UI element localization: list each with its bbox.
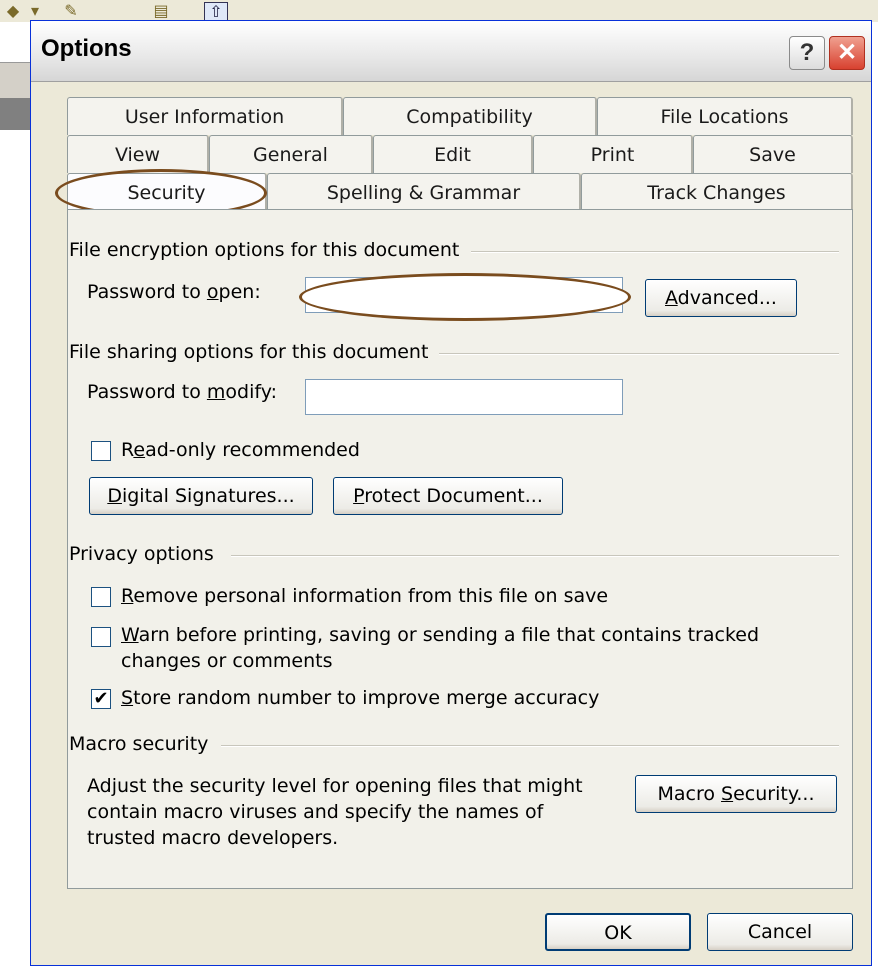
remove-personal-info-checkbox[interactable] [91,587,111,607]
tab-edit[interactable]: Edit [373,135,533,173]
upload-icon: ⇧ [204,2,228,22]
macro-security-button[interactable]: Macro Security... [635,775,837,813]
options-dialog: Options ? ✕ User Information Compatibili… [30,20,872,966]
tab-view[interactable]: View [67,135,209,173]
encryption-group-divider [471,251,839,253]
new-item-icon: ✎ [64,1,78,20]
ok-button[interactable]: OK [545,913,691,951]
macro-group-divider [221,745,839,747]
privacy-group-divider [231,555,839,557]
close-button[interactable]: ✕ [829,36,865,70]
cancel-button[interactable]: Cancel [707,913,853,951]
privacy-group-label: Privacy options [69,543,214,565]
title-bar[interactable]: Options ? ✕ [31,21,871,82]
tab-save[interactable]: Save [693,135,853,173]
advanced-button[interactable]: Advanced... [645,279,797,317]
macro-description-line2: contain macro viruses and specify the na… [87,801,544,823]
warn-before-printing-label-line2[interactable]: changes or comments [121,648,333,674]
password-open-field[interactable] [305,277,623,313]
dialog-title: Options [41,35,132,62]
toolbar-icon: ◆ [6,1,20,20]
dropdown-arrow-icon: ▾ [30,1,40,20]
warn-before-printing-label[interactable]: Warn before printing, saving or sending … [121,622,759,648]
tab-track-changes[interactable]: Track Changes [581,173,853,211]
protect-document-button[interactable]: Protect Document... [333,477,563,515]
tab-print[interactable]: Print [533,135,693,173]
tab-spelling-grammar[interactable]: Spelling & Grammar [267,173,581,211]
macro-description-line1: Adjust the security level for opening fi… [87,775,583,797]
password-open-label: Password to open: [87,281,261,303]
tab-security[interactable]: Security [67,173,267,213]
tab-file-locations[interactable]: File Locations [597,97,853,135]
password-modify-field[interactable] [305,379,623,415]
tab-user-information[interactable]: User Information [67,97,343,135]
remove-personal-info-label[interactable]: Remove personal information from this fi… [121,583,608,609]
sharing-group-label: File sharing options for this document [69,341,429,363]
password-modify-label: Password to modify: [87,381,278,403]
store-random-number-label[interactable]: Store random number to improve merge acc… [121,685,599,711]
warn-before-printing-checkbox[interactable] [91,627,111,647]
background-toolbar: ◆ ▾ ✎ ▤ ⇧ [0,0,878,22]
store-random-number-checkbox[interactable]: ✔ [91,689,111,709]
help-button[interactable]: ? [789,36,825,70]
tab-compatibility[interactable]: Compatibility [343,97,597,135]
readonly-checkbox[interactable] [91,441,111,461]
macro-group-label: Macro security [69,733,209,755]
readonly-label[interactable]: Read-only recommended [121,437,360,463]
digital-signatures-button[interactable]: Digital Signatures... [89,477,313,515]
tab-general[interactable]: General [209,135,373,173]
folder-icon: ▤ [153,1,169,20]
encryption-group-label: File encryption options for this documen… [69,239,460,261]
macro-description-line3: trusted macro developers. [87,827,339,849]
sharing-group-divider [439,353,839,355]
